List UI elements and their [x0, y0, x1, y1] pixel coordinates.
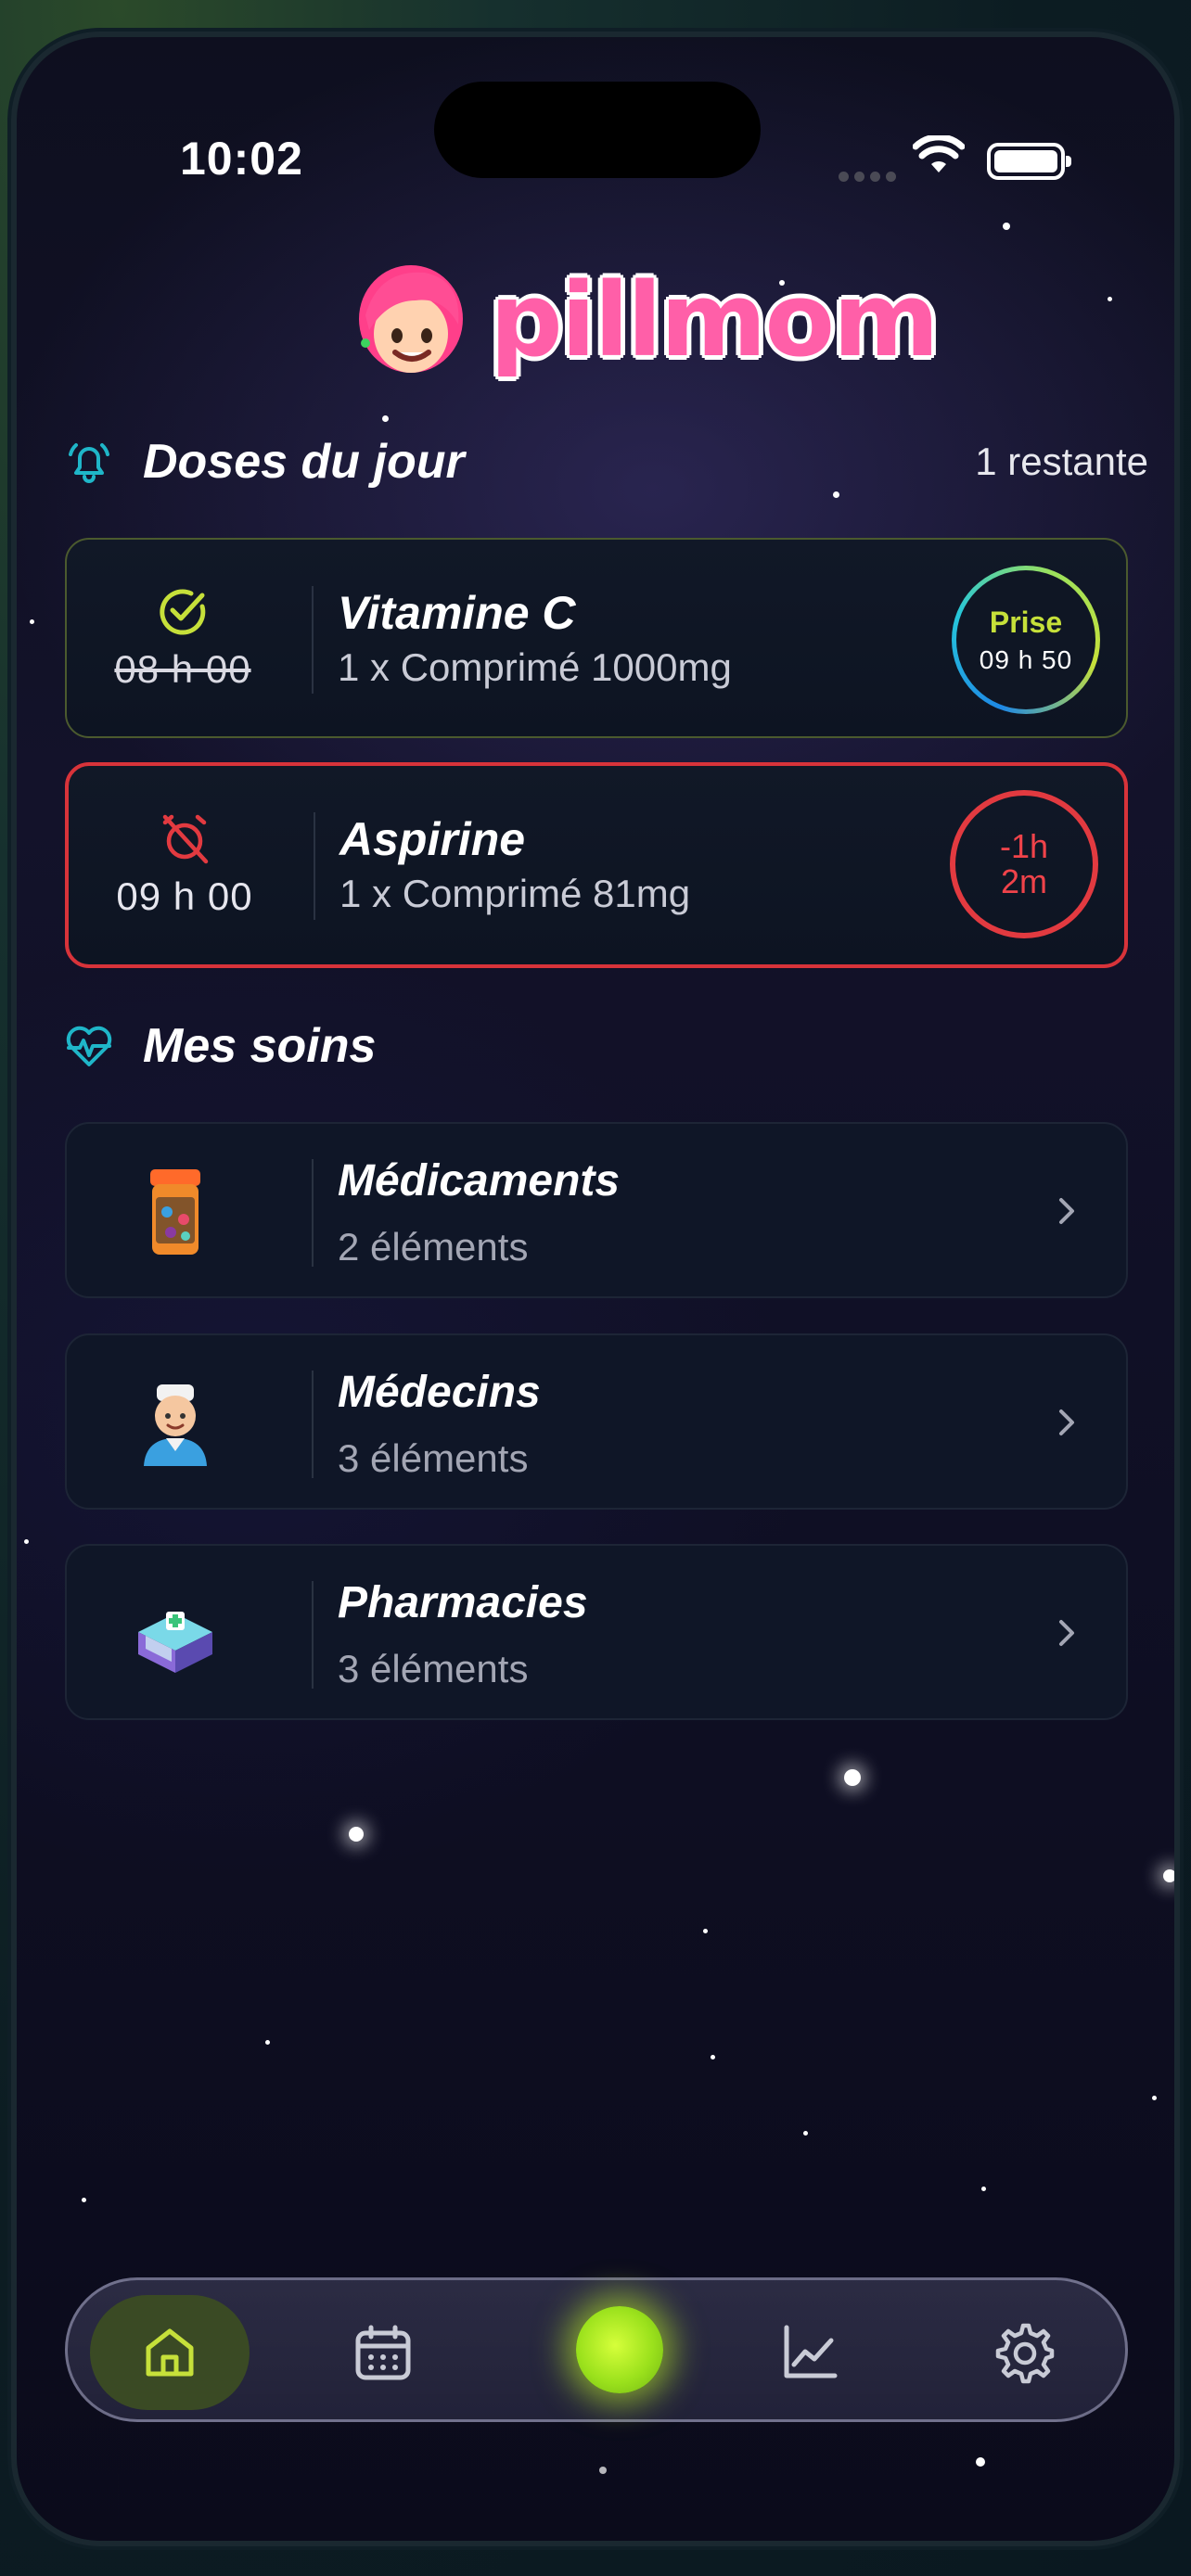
care-title: Mes soins [143, 1019, 377, 1073]
dose-time-column: 09 h 00 [69, 766, 301, 964]
divider [312, 586, 314, 694]
heart-pulse-icon [66, 1026, 112, 1066]
star [844, 1769, 861, 1786]
doctor-icon [122, 1371, 228, 1476]
star [82, 2198, 86, 2202]
divider [314, 812, 315, 920]
late-delay: -1h 2m [999, 827, 1049, 900]
dose-detail: 1 x Comprimé 1000mg [338, 645, 732, 689]
status-time: 10:02 [180, 133, 303, 185]
dynamic-island [434, 82, 761, 178]
care-item-count: 3 éléments [338, 1647, 529, 1690]
dose-card-aspirine[interactable]: 09 h 00 Aspirine 1 x Comprimé 81mg -1h 2… [65, 762, 1128, 968]
care-item-medicaments[interactable]: Médicaments 2 éléments [65, 1122, 1128, 1298]
center-orb-button[interactable] [576, 2306, 663, 2393]
tab-settings[interactable] [943, 2295, 1103, 2410]
star [981, 2187, 986, 2191]
divider [312, 1581, 314, 1689]
star [1108, 297, 1112, 301]
care-item-pharmacies[interactable]: Pharmacies 3 éléments [65, 1544, 1128, 1720]
dose-card-vitamine-c[interactable]: 08 h 00 Vitamine C 1 x Comprimé 1000mg P… [65, 538, 1128, 738]
star [1003, 223, 1010, 230]
battery-icon [987, 143, 1071, 180]
late-status-ring[interactable]: -1h 2m [950, 790, 1098, 938]
care-item-name: Médicaments [338, 1156, 621, 1205]
star [1163, 1869, 1174, 1882]
star [349, 1827, 364, 1842]
calendar-icon [355, 2325, 411, 2380]
taken-time: 09 h 50 [979, 644, 1073, 674]
doses-header: Doses du jour 1 restante [63, 434, 1148, 490]
care-item-count: 2 éléments [338, 1225, 529, 1269]
divider [312, 1371, 314, 1478]
avatar-face-icon [359, 265, 463, 373]
settings-icon [995, 2323, 1055, 2384]
background: 10:02 pillmom Doses du jour 1 restante 0… [0, 0, 1191, 2576]
care-item-name: Pharmacies [338, 1578, 588, 1627]
dose-name: Vitamine C [338, 587, 576, 639]
star [833, 491, 839, 498]
dose-time-column: 08 h 00 [67, 540, 299, 736]
chart-icon [784, 2325, 838, 2378]
tab-bar [65, 2277, 1128, 2422]
dose-detail: 1 x Comprimé 81mg [339, 872, 691, 915]
alarm-off-icon [162, 814, 209, 864]
app-name: pillmom [490, 261, 940, 379]
star [599, 2467, 607, 2474]
care-item-count: 3 éléments [338, 1436, 529, 1480]
divider [312, 1159, 314, 1267]
star [976, 2457, 985, 2467]
tab-stats[interactable] [730, 2295, 890, 2410]
care-item-medecins[interactable]: Médecins 3 éléments [65, 1333, 1128, 1510]
star [703, 1929, 708, 1933]
dose-name: Aspirine [339, 813, 526, 865]
doses-remaining: 1 restante [975, 440, 1148, 483]
star [382, 415, 389, 422]
chevron-right-icon [1059, 1198, 1074, 1224]
home-icon [146, 2328, 194, 2377]
doses-title: Doses du jour [143, 435, 465, 489]
taken-status-ring[interactable]: Prise 09 h 50 [952, 566, 1100, 714]
star [803, 2131, 808, 2136]
star [265, 2040, 270, 2045]
dose-time: 08 h 00 [114, 647, 251, 691]
pill-bottle-icon [122, 1159, 228, 1265]
care-item-name: Médecins [338, 1368, 541, 1417]
phone-screen: 10:02 pillmom Doses du jour 1 restante 0… [17, 37, 1174, 2541]
chevron-right-icon [1059, 1409, 1074, 1435]
star [1152, 2096, 1157, 2100]
pharmacy-icon [122, 1581, 228, 1687]
care-header: Mes soins [63, 1018, 1148, 1074]
wifi-icon [913, 135, 965, 172]
star [30, 619, 34, 624]
dose-time: 09 h 00 [116, 874, 253, 918]
star [24, 1539, 29, 1544]
tab-home[interactable] [90, 2295, 250, 2410]
tab-calendar[interactable] [303, 2295, 463, 2410]
cellular-signal-icon [839, 172, 896, 182]
check-circle-icon [160, 589, 206, 635]
taken-label: Prise [989, 605, 1063, 639]
chevron-right-icon [1059, 1620, 1074, 1646]
bell-icon [69, 443, 109, 483]
star [711, 2055, 715, 2060]
app-logo: pillmom [351, 260, 940, 380]
